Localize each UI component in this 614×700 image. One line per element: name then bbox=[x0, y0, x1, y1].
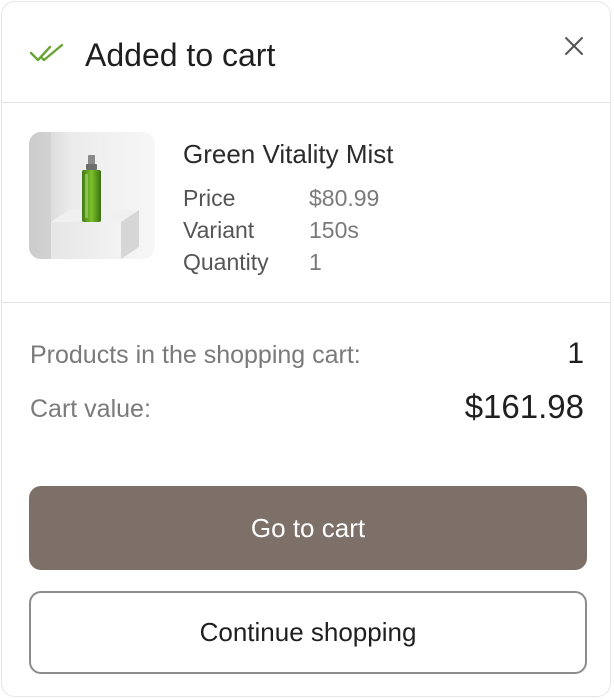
close-icon bbox=[565, 37, 583, 55]
product-summary: Green Vitality Mist Price $80.99 Variant… bbox=[2, 103, 610, 303]
added-to-cart-dialog: Added to cart Green Vitality Mist Price … bbox=[1, 1, 611, 697]
product-image bbox=[29, 132, 155, 259]
dialog-title: Added to cart bbox=[85, 37, 276, 73]
cart-count-label: Products in the shopping cart: bbox=[30, 341, 361, 369]
cart-value-label: Cart value: bbox=[30, 395, 151, 423]
continue-shopping-button[interactable]: Continue shopping bbox=[29, 591, 587, 674]
close-button[interactable] bbox=[558, 30, 590, 62]
cart-value-amount: $161.98 bbox=[464, 388, 584, 425]
quantity-value: 1 bbox=[309, 249, 322, 275]
go-to-cart-button[interactable]: Go to cart bbox=[29, 486, 587, 570]
variant-label: Variant bbox=[183, 217, 255, 243]
dialog-header: Added to cart bbox=[2, 2, 610, 103]
variant-value: 150s bbox=[309, 217, 359, 243]
product-name: Green Vitality Mist bbox=[183, 139, 394, 169]
double-check-icon bbox=[29, 43, 64, 62]
cart-count-value: 1 bbox=[567, 337, 584, 370]
price-value: $80.99 bbox=[309, 185, 380, 211]
price-label: Price bbox=[183, 185, 236, 211]
quantity-label: Quantity bbox=[183, 249, 269, 275]
